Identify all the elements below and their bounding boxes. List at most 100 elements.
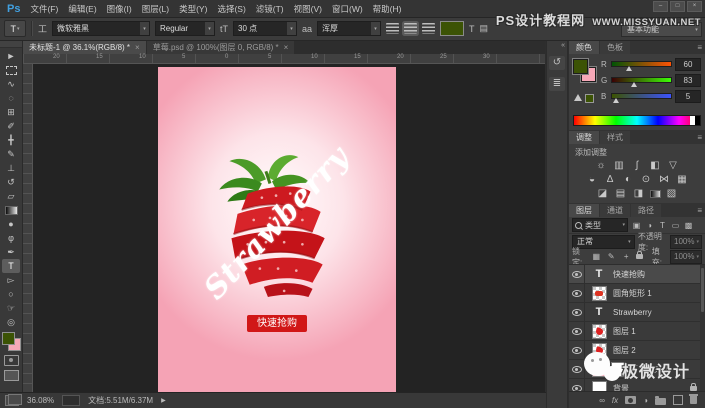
exposure-icon[interactable]: ◧: [648, 160, 662, 172]
layer-row[interactable]: T 快速抢购: [569, 265, 705, 284]
menu-item-5[interactable]: 选择(S): [217, 3, 245, 15]
menu-item-7[interactable]: 视图(V): [294, 3, 322, 15]
link-layers-icon[interactable]: ∞: [599, 396, 605, 405]
minimize-button[interactable]: –: [653, 1, 668, 12]
path-select-tool[interactable]: ▻: [2, 273, 20, 287]
tab-styles[interactable]: 样式: [600, 131, 630, 144]
slider-thumb[interactable]: [631, 82, 638, 87]
move-tool[interactable]: ►: [2, 49, 20, 63]
black-white-icon[interactable]: ◐: [621, 174, 635, 186]
selective-color-icon[interactable]: ▧: [665, 188, 679, 200]
text-orientation-icon[interactable]: 工: [38, 22, 47, 35]
layer-row[interactable]: 圆角矩形 1: [569, 284, 705, 303]
document-tab-inactive[interactable]: 草莓.psd @ 100%(图层 0, RGB/8) * ×: [146, 40, 295, 54]
menu-item-1[interactable]: 编辑(E): [68, 3, 96, 15]
lock-all-icon[interactable]: [635, 251, 643, 259]
align-center-button[interactable]: [404, 23, 418, 34]
toolbar-grip[interactable]: [0, 40, 22, 48]
layer-row[interactable]: 图层 1: [569, 322, 705, 341]
vibrance-icon[interactable]: ▽: [666, 160, 680, 172]
panel-menu-icon[interactable]: ≡: [697, 43, 702, 52]
dodge-tool[interactable]: φ: [2, 231, 20, 245]
foreground-color-swatch[interactable]: [1, 332, 15, 345]
shape-tool[interactable]: ○: [2, 287, 20, 301]
channel-mixer-icon[interactable]: ⋈: [657, 174, 671, 186]
color-lookup-icon[interactable]: ▦: [675, 174, 689, 186]
quick-select-tool[interactable]: ◌: [2, 91, 20, 105]
color-balance-icon[interactable]: ∆: [603, 174, 617, 186]
menu-item-6[interactable]: 滤镜(T): [256, 3, 284, 15]
posterize-icon[interactable]: ▤: [614, 188, 628, 200]
tab-swatches[interactable]: 色板: [600, 41, 630, 54]
align-left-button[interactable]: [386, 23, 400, 34]
visibility-toggle[interactable]: [569, 379, 585, 391]
tab-adjustments[interactable]: 调整: [569, 131, 599, 144]
menu-item-8[interactable]: 窗口(W): [332, 3, 363, 15]
lock-transparent-pixels-icon[interactable]: ▦: [591, 252, 602, 261]
lock-image-pixels-icon[interactable]: ✎: [606, 252, 617, 261]
visibility-toggle[interactable]: [569, 265, 585, 283]
visibility-toggle[interactable]: [569, 360, 585, 378]
slider-thumb[interactable]: [613, 98, 620, 103]
hue-saturation-icon[interactable]: ◒: [585, 174, 599, 186]
text-color-swatch[interactable]: [440, 21, 465, 36]
status-options-icon[interactable]: ▶: [161, 397, 166, 404]
visibility-toggle[interactable]: [569, 322, 585, 340]
maximize-button[interactable]: □: [670, 1, 685, 12]
pen-tool[interactable]: ✒: [2, 245, 20, 259]
gradient-map-icon[interactable]: [649, 190, 661, 198]
menu-item-4[interactable]: 类型(Y): [179, 3, 207, 15]
healing-brush-tool[interactable]: ╋: [2, 133, 20, 147]
close-icon[interactable]: ×: [135, 43, 140, 52]
tab-color[interactable]: 颜色: [569, 41, 599, 54]
tab-paths[interactable]: 路径: [631, 204, 661, 217]
opacity-field[interactable]: 100% ▾: [670, 234, 703, 249]
tool-preset-picker[interactable]: T ▾: [4, 20, 26, 37]
tab-channels[interactable]: 通道: [600, 204, 630, 217]
menu-item-2[interactable]: 图像(I): [107, 3, 132, 15]
filter-pixel-layers-icon[interactable]: ▣: [631, 221, 642, 230]
invert-icon[interactable]: ◪: [596, 188, 610, 200]
slider-thumb[interactable]: [626, 66, 633, 71]
filter-shape-layers-icon[interactable]: ▭: [670, 221, 681, 230]
new-layer-icon[interactable]: [673, 395, 683, 405]
eraser-tool[interactable]: ▱: [2, 189, 20, 203]
hand-tool[interactable]: ☞: [2, 301, 20, 315]
screen-mode-button[interactable]: [3, 370, 19, 381]
levels-icon[interactable]: ▥: [612, 160, 626, 172]
filter-smart-objects-icon[interactable]: ▩: [683, 221, 694, 230]
layer-row[interactable]: 渐变填充 1: [569, 360, 705, 379]
layer-filter-select[interactable]: 类型 ▾: [572, 218, 628, 232]
document-tab-active[interactable]: 未标题-1 @ 36.1%(RGB/8) * ×: [23, 40, 146, 54]
panel-menu-icon[interactable]: ≡: [697, 206, 702, 215]
crop-tool[interactable]: ⊞: [2, 105, 20, 119]
fill-field[interactable]: 100% ▾: [670, 249, 703, 264]
zoom-tool[interactable]: ◎: [2, 315, 20, 329]
properties-panel-icon[interactable]: ≣: [549, 77, 565, 91]
font-size-select[interactable]: 30 点 ▾: [233, 21, 298, 36]
toggle-panels-icon[interactable]: ▤: [480, 23, 489, 34]
canvas[interactable]: Strawberry 快速抢购: [158, 67, 396, 393]
menu-item-3[interactable]: 图层(L): [142, 3, 169, 15]
warp-text-icon[interactable]: T: [469, 24, 475, 34]
green-slider[interactable]: [611, 77, 672, 87]
red-slider[interactable]: [611, 61, 672, 71]
layers-scrollbar[interactable]: [700, 265, 705, 391]
align-right-button[interactable]: [422, 23, 436, 34]
blur-tool[interactable]: ●: [2, 217, 20, 231]
delete-layer-icon[interactable]: [689, 394, 698, 404]
lasso-tool[interactable]: ∿: [2, 77, 20, 91]
layer-row[interactable]: 背景: [569, 379, 705, 391]
history-brush-tool[interactable]: ↺: [2, 175, 20, 189]
layer-styles-icon[interactable]: fx: [612, 396, 618, 405]
blue-slider[interactable]: [611, 93, 672, 103]
quick-mask-button[interactable]: [3, 355, 19, 366]
marquee-tool[interactable]: [2, 63, 20, 77]
zoom-level[interactable]: 36.08%: [27, 396, 54, 405]
visibility-toggle[interactable]: [569, 341, 585, 359]
gradient-tool[interactable]: [2, 203, 20, 217]
brightness-contrast-icon[interactable]: ☼: [594, 160, 608, 172]
visibility-toggle[interactable]: [569, 284, 585, 302]
filter-adjustment-layers-icon[interactable]: ◑: [644, 221, 655, 230]
photo-filter-icon[interactable]: ⊙: [639, 174, 653, 186]
